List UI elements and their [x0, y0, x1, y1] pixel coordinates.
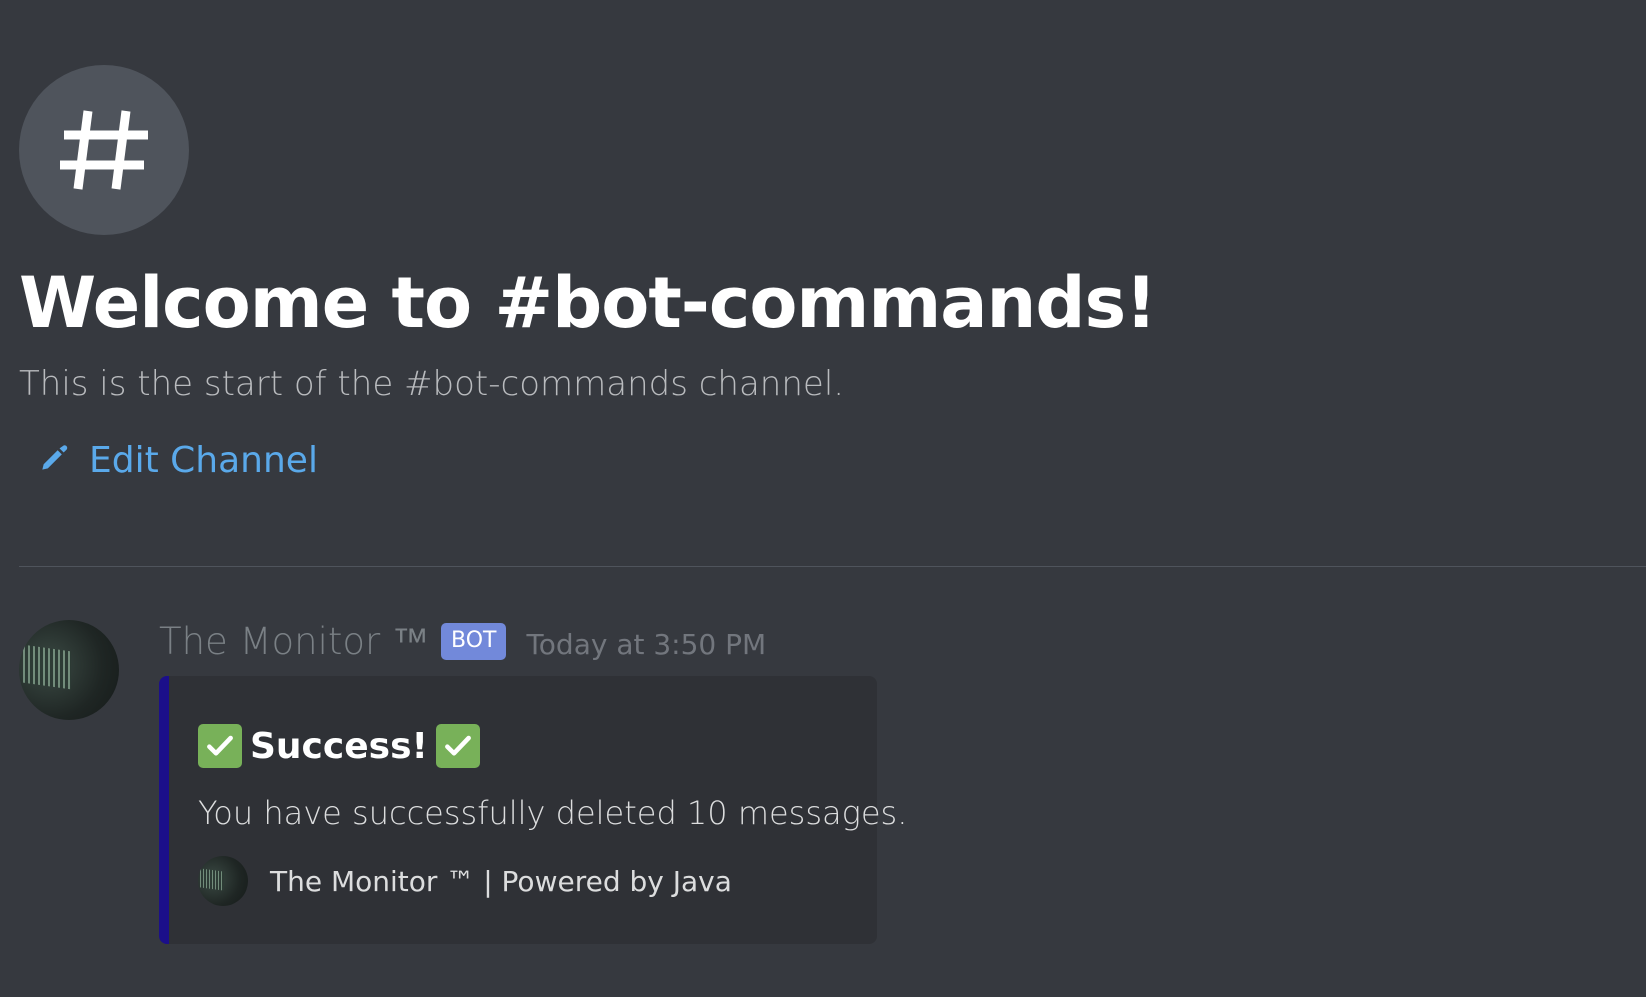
footer-avatar-icon	[198, 856, 248, 906]
channel-welcome: Welcome to #bot-commands! This is the st…	[19, 65, 1639, 481]
edit-channel-label: Edit Channel	[89, 440, 318, 481]
check-mark-icon	[435, 724, 480, 768]
welcome-title: Welcome to #bot-commands!	[19, 262, 1157, 344]
author-name[interactable]: The Monitor ™	[159, 620, 429, 663]
message-timestamp: Today at 3:50 PM	[526, 628, 767, 661]
embed-title-text: Success!	[250, 725, 428, 767]
check-mark-icon	[198, 724, 242, 768]
edit-channel-link[interactable]: Edit Channel	[37, 440, 318, 481]
message-header: The Monitor ™ BOT Today at 3:50 PM	[159, 620, 766, 663]
divider	[19, 566, 1646, 567]
bot-badge: BOT	[440, 623, 507, 660]
embed: Success! You have successfully deleted 1…	[159, 676, 907, 944]
embed-description: You have successfully deleted 10 message…	[198, 794, 908, 832]
embed-title: Success!	[198, 724, 480, 768]
welcome-subtitle: This is the start of the #bot-commands c…	[19, 364, 845, 404]
pencil-icon	[37, 443, 69, 479]
embed-footer-text: The Monitor ™ | Powered by Java	[270, 864, 732, 898]
hash-icon	[19, 65, 189, 235]
bot-avatar[interactable]	[19, 620, 119, 720]
embed-footer: The Monitor ™ | Powered by Java	[198, 856, 732, 906]
